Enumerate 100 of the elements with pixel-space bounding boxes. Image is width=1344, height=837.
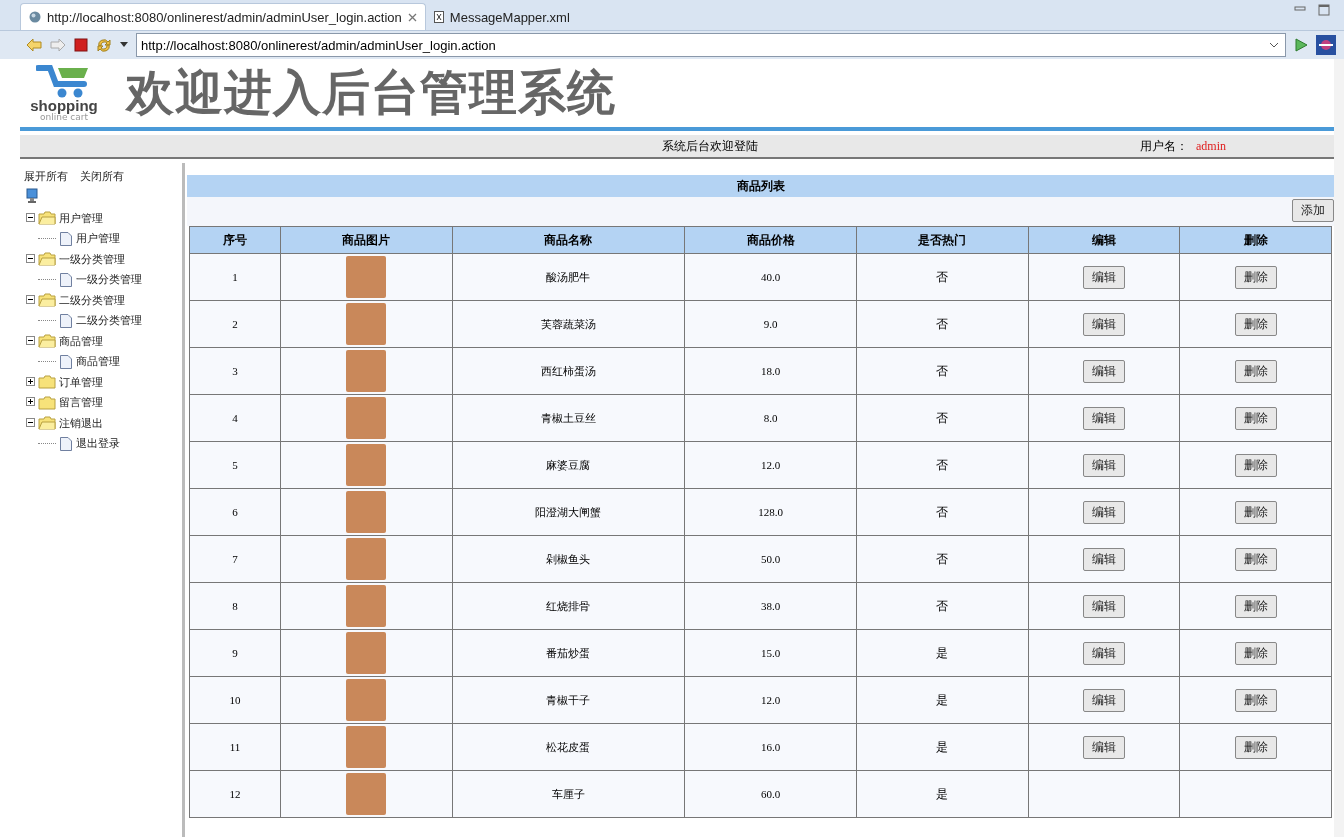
tree-item[interactable]: 用户管理	[59, 210, 103, 226]
folder-icon	[38, 293, 56, 308]
table-cell: 60.0	[684, 770, 857, 818]
tree-toggle[interactable]	[26, 334, 35, 348]
edit-button[interactable]: 编辑	[1083, 688, 1126, 712]
table-cell: 是	[856, 676, 1029, 724]
delete-button[interactable]: 删除	[1234, 265, 1277, 289]
delete-button[interactable]: 删除	[1234, 406, 1277, 430]
address-field[interactable]: http://localhost:8080/onlinerest/admin/adminUser_login.action	[136, 33, 1286, 57]
folder-icon	[38, 211, 56, 226]
table-cell: 酸汤肥牛	[452, 253, 685, 301]
tree-toggle[interactable]	[26, 293, 35, 307]
document-icon	[60, 231, 72, 246]
table-cell: 2	[189, 300, 281, 348]
table-cell: 剁椒鱼头	[452, 535, 685, 583]
edit-button[interactable]: 编辑	[1083, 735, 1126, 759]
tree-item[interactable]: 商品管理	[76, 354, 120, 370]
edit-button[interactable]: 编辑	[1083, 265, 1126, 289]
delete-button[interactable]: 删除	[1234, 594, 1277, 618]
expand-all-link[interactable]: 展开所有	[24, 169, 68, 184]
minimize-icon[interactable]	[1294, 4, 1306, 14]
tree-item[interactable]: 退出登录	[76, 436, 120, 452]
table-cell: 青椒土豆丝	[452, 394, 685, 442]
delete-button[interactable]: 删除	[1234, 312, 1277, 336]
tree-item[interactable]: 二级分类管理	[59, 292, 125, 308]
tree-item[interactable]: 一级分类管理	[59, 251, 125, 267]
column-header: 商品图片	[280, 226, 453, 254]
photo-placeholder	[346, 397, 387, 439]
edit-button[interactable]: 编辑	[1083, 406, 1126, 430]
table-cell: 40.0	[684, 253, 857, 301]
tree-item[interactable]: 注销退出	[59, 415, 103, 431]
table-cell: 否	[856, 347, 1029, 395]
edit-button[interactable]: 编辑	[1083, 547, 1126, 571]
table-cell: 否	[856, 300, 1029, 348]
refresh-icon[interactable]	[96, 37, 112, 53]
table-cell: 10	[189, 676, 281, 724]
edit-button[interactable]: 编辑	[1083, 641, 1126, 665]
table-cell: 红烧排骨	[452, 582, 685, 630]
edit-button[interactable]: 编辑	[1083, 500, 1126, 524]
table-cell: 12.0	[684, 441, 857, 489]
photo-placeholder	[346, 773, 387, 815]
maximize-icon[interactable]	[1318, 4, 1330, 16]
table-cell: 50.0	[684, 535, 857, 583]
edit-button[interactable]: 编辑	[1083, 359, 1126, 383]
logo-subtext: online cart	[40, 113, 88, 122]
delete-button[interactable]: 删除	[1234, 453, 1277, 477]
tree-item[interactable]: 商品管理	[59, 333, 103, 349]
table-cell: 1	[189, 253, 281, 301]
column-header: 是否热门	[856, 226, 1029, 254]
table-cell: 38.0	[684, 582, 857, 630]
tree-toggle[interactable]	[26, 375, 35, 389]
delete-button[interactable]: 删除	[1234, 359, 1277, 383]
table-cell: 否	[856, 535, 1029, 583]
back-arrow-icon[interactable]	[26, 38, 42, 52]
table-cell: 车厘子	[452, 770, 685, 818]
play-icon[interactable]	[1294, 38, 1308, 52]
user-label: 用户名：	[1140, 137, 1188, 155]
edit-button[interactable]: 编辑	[1083, 312, 1126, 336]
close-icon[interactable]	[407, 12, 417, 22]
tree-toggle[interactable]	[26, 252, 35, 266]
table-cell: 11	[189, 723, 281, 771]
editor-tab[interactable]: MessageMapper.xml	[425, 4, 578, 30]
table-cell: 8.0	[684, 394, 857, 442]
table-cell: 否	[856, 441, 1029, 489]
tree-item[interactable]: 留言管理	[59, 395, 103, 411]
delete-button[interactable]: 删除	[1234, 688, 1277, 712]
tree-item[interactable]: 用户管理	[76, 231, 120, 247]
table-cell: 番茄炒蛋	[452, 629, 685, 677]
table-cell: 是	[856, 629, 1029, 677]
folder-icon	[38, 416, 56, 431]
edit-button[interactable]: 编辑	[1083, 453, 1126, 477]
chevron-down-icon[interactable]	[1269, 42, 1279, 48]
edit-button[interactable]: 编辑	[1083, 594, 1126, 618]
tree-toggle[interactable]	[26, 211, 35, 225]
table-cell: 128.0	[684, 488, 857, 536]
editor-tab[interactable]: http://localhost:8080/onlinerest/admin/adminUser_login.action	[20, 3, 426, 30]
tree-toggle[interactable]	[26, 416, 35, 430]
xml-file-icon	[433, 11, 444, 23]
photo-placeholder	[346, 585, 387, 627]
add-button[interactable]: 添加	[1292, 199, 1334, 222]
photo-placeholder	[346, 350, 387, 392]
photo-placeholder	[346, 444, 387, 486]
photo-placeholder	[346, 679, 387, 721]
dropdown-caret-icon[interactable]	[120, 42, 128, 48]
tree-item[interactable]: 一级分类管理	[76, 272, 142, 288]
document-icon	[60, 436, 72, 451]
document-icon	[60, 354, 72, 369]
collapse-all-link[interactable]: 关闭所有	[80, 169, 124, 184]
delete-button[interactable]: 删除	[1234, 735, 1277, 759]
browser-icon[interactable]	[1316, 35, 1336, 55]
delete-button[interactable]: 删除	[1234, 500, 1277, 524]
delete-button[interactable]: 删除	[1234, 547, 1277, 571]
table-cell: 青椒干子	[452, 676, 685, 724]
tree-item[interactable]: 订单管理	[59, 374, 103, 390]
table-cell: 5	[189, 441, 281, 489]
table-cell: 否	[856, 253, 1029, 301]
logo-text: shopping	[30, 98, 98, 113]
table-cell: 否	[856, 582, 1029, 630]
delete-button[interactable]: 删除	[1234, 641, 1277, 665]
tree-item[interactable]: 二级分类管理	[76, 313, 142, 329]
